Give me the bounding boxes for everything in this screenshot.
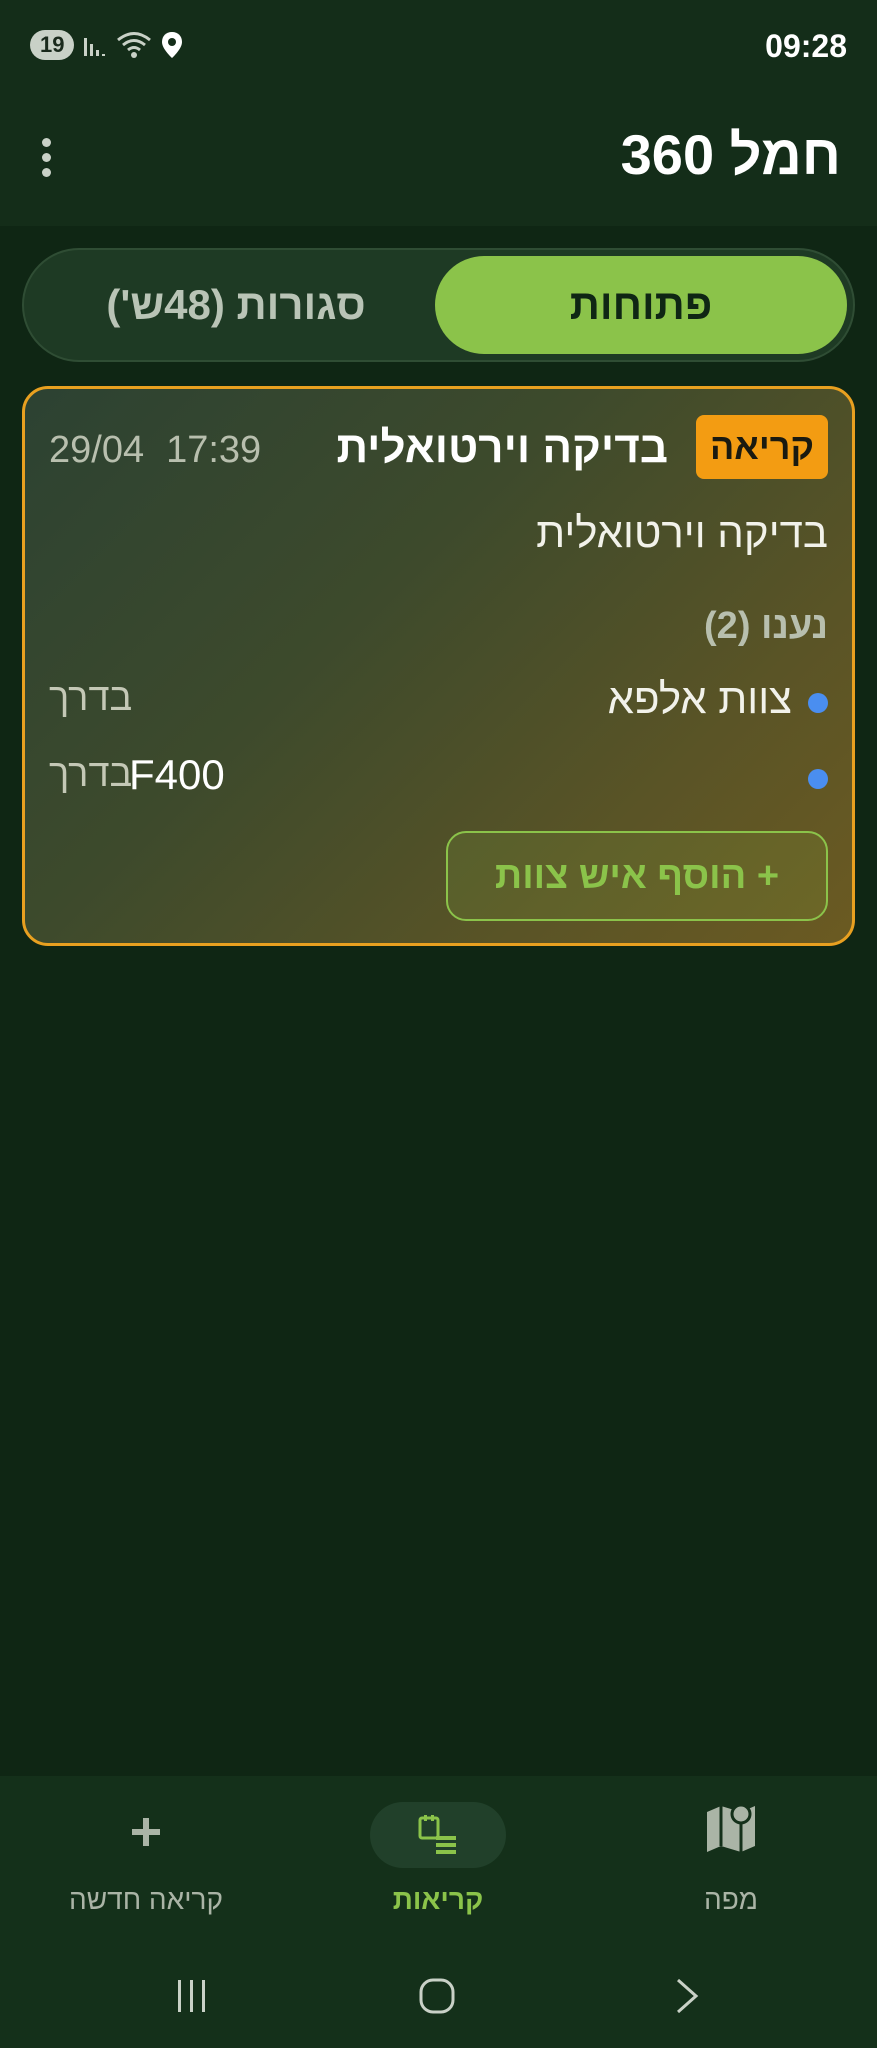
incident-title: בדיקה וירטואלית xyxy=(336,423,668,472)
kebab-menu-icon[interactable] xyxy=(36,138,56,178)
bottom-navigation: מפה קריאות קריאה חדשה xyxy=(0,1776,877,1954)
status-dot-icon xyxy=(808,769,828,789)
location-icon xyxy=(162,32,183,58)
nav-label-new-call: קריאה חדשה xyxy=(69,1884,223,1915)
map-icon xyxy=(707,1803,755,1852)
back-icon[interactable] xyxy=(666,1976,706,2016)
incident-time: 17:39 xyxy=(166,429,262,471)
responder-row: צוות אלפא בדרך xyxy=(49,673,828,733)
responder-code: F400 xyxy=(129,751,225,798)
nav-item-map[interactable]: מפה xyxy=(585,1776,877,1954)
nav-item-calls[interactable]: קריאות xyxy=(292,1776,584,1954)
tab-closed[interactable]: סגורות (48ש') xyxy=(30,256,442,354)
status-time: 09:28 xyxy=(765,28,847,64)
incident-date: 29/04 xyxy=(49,429,145,471)
incident-type-badge: קריאה xyxy=(695,415,828,479)
status-bar: 19 09:28 xyxy=(0,0,877,96)
home-icon[interactable] xyxy=(417,1976,457,2016)
recents-icon[interactable] xyxy=(172,1976,212,2016)
responder-status: בדרך xyxy=(49,753,133,795)
add-team-member-button[interactable]: + הוסף איש צוות xyxy=(446,831,828,921)
wifi-icon xyxy=(117,32,152,58)
incident-description: בדיקה וירטואלית xyxy=(536,509,828,556)
incident-timestamp: 29/04 17:39 xyxy=(49,429,261,472)
notification-count-badge: 19 xyxy=(30,30,75,60)
tab-bar: פתוחות סגורות (48ש') xyxy=(22,248,855,362)
responders-heading: נענו (2) xyxy=(704,605,828,647)
app-header: חמל 360 xyxy=(0,96,877,226)
plus-icon xyxy=(132,1818,160,1846)
tab-open[interactable]: פתוחות xyxy=(435,256,847,354)
responder-name: צוות אלפא xyxy=(607,675,792,722)
responder-status: בדרך xyxy=(49,677,133,719)
nav-label-map: מפה xyxy=(703,1884,759,1915)
incident-card[interactable]: קריאה בדיקה וירטואלית 29/04 17:39 בדיקה … xyxy=(22,386,855,946)
nav-label-calls: קריאות xyxy=(392,1884,484,1915)
status-dot-icon xyxy=(808,693,828,713)
nav-item-new-call[interactable]: קריאה חדשה xyxy=(0,1776,292,1954)
status-icons: 19 xyxy=(30,30,184,60)
system-navigation-bar xyxy=(0,1954,877,2048)
page-title: חמל 360 xyxy=(620,123,841,186)
signal-icon xyxy=(84,38,106,56)
calls-icon xyxy=(418,1815,456,1854)
responder-row: F400 בדרך xyxy=(49,749,828,809)
